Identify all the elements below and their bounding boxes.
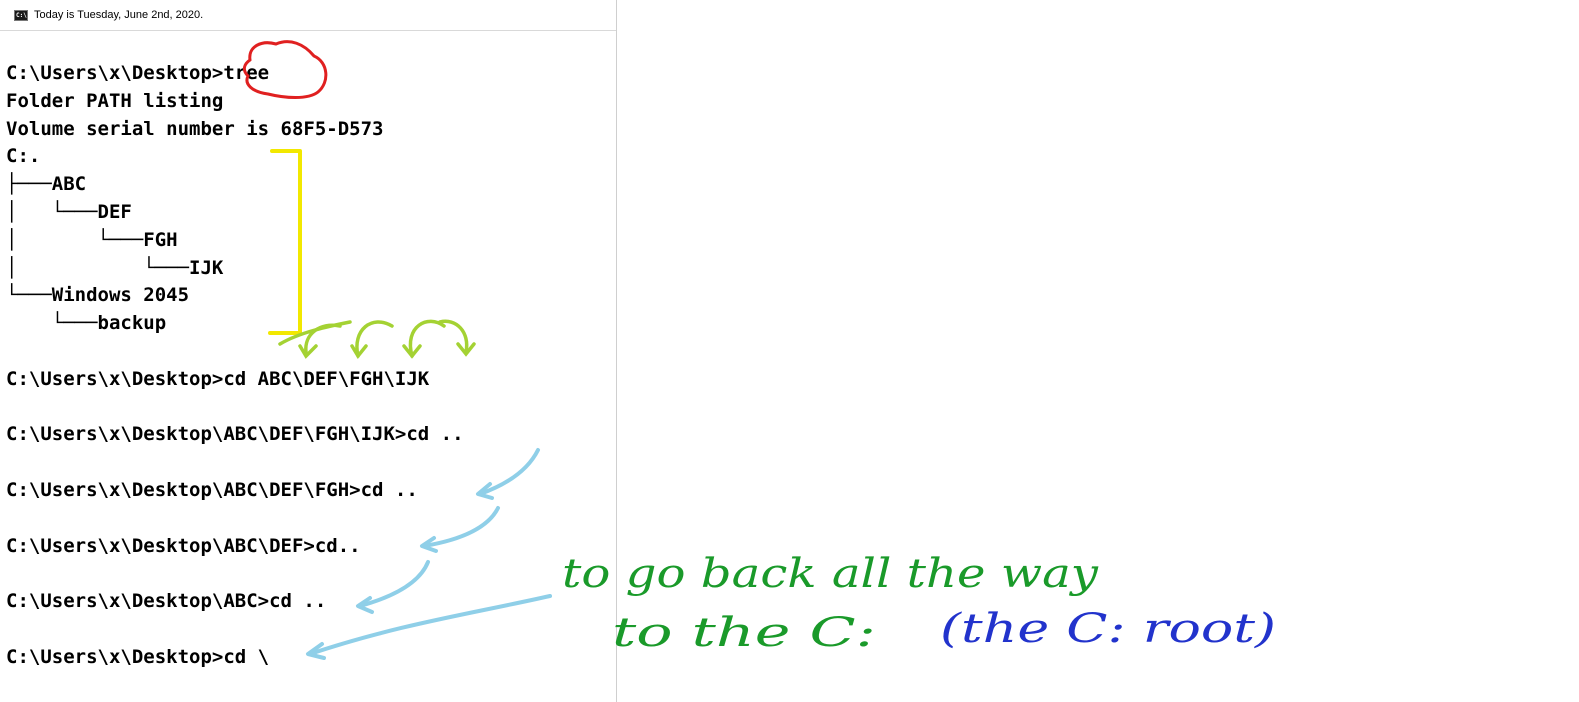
output-line: Folder PATH listing — [6, 89, 224, 112]
prompt-cd-up-3: C:\Users\x\Desktop\ABC\DEF>cd.. — [6, 534, 361, 557]
console-output[interactable]: C:\Users\x\Desktop>tree Folder PATH list… — [6, 60, 606, 672]
output-line: Volume serial number is 68F5-D573 — [6, 117, 384, 140]
prompt-cd-up-4: C:\Users\x\Desktop\ABC>cd .. — [6, 590, 327, 613]
console-icon: C:\ — [14, 10, 28, 21]
tree-node-abc: ├───ABC — [6, 173, 87, 196]
note-line-2-green: to the C: — [612, 610, 876, 656]
tree-node-fgh: │ └───FGH — [6, 228, 178, 251]
tree-node-windows-2045: └───Windows 2045 — [6, 284, 190, 307]
tree-root: C:. — [6, 145, 41, 168]
note-line-2-blue: (the C: root) — [940, 606, 1276, 652]
window-title: Today is Tuesday, June 2nd, 2020. — [34, 9, 204, 21]
tree-node-def: │ └───DEF — [6, 200, 132, 223]
console-window: C:\ Today is Tuesday, June 2nd, 2020. C:… — [0, 0, 617, 702]
prompt-cd-up-1: C:\Users\x\Desktop\ABC\DEF\FGH\IJK>cd .. — [6, 423, 464, 446]
prompt-cd-up-2: C:\Users\x\Desktop\ABC\DEF\FGH>cd .. — [6, 478, 418, 501]
tree-node-ijk: │ └───IJK — [6, 256, 224, 279]
prompt-tree: C:\Users\x\Desktop>tree — [6, 62, 270, 84]
title-bar[interactable]: C:\ Today is Tuesday, June 2nd, 2020. — [0, 0, 616, 31]
prompt-cd-root: C:\Users\x\Desktop>cd \ — [6, 645, 270, 668]
tree-node-backup: └───backup — [6, 312, 167, 335]
prompt-cd-ijk: C:\Users\x\Desktop>cd ABC\DEF\FGH\IJK — [6, 367, 430, 390]
note-line-1: to go back all the way — [562, 551, 1100, 597]
